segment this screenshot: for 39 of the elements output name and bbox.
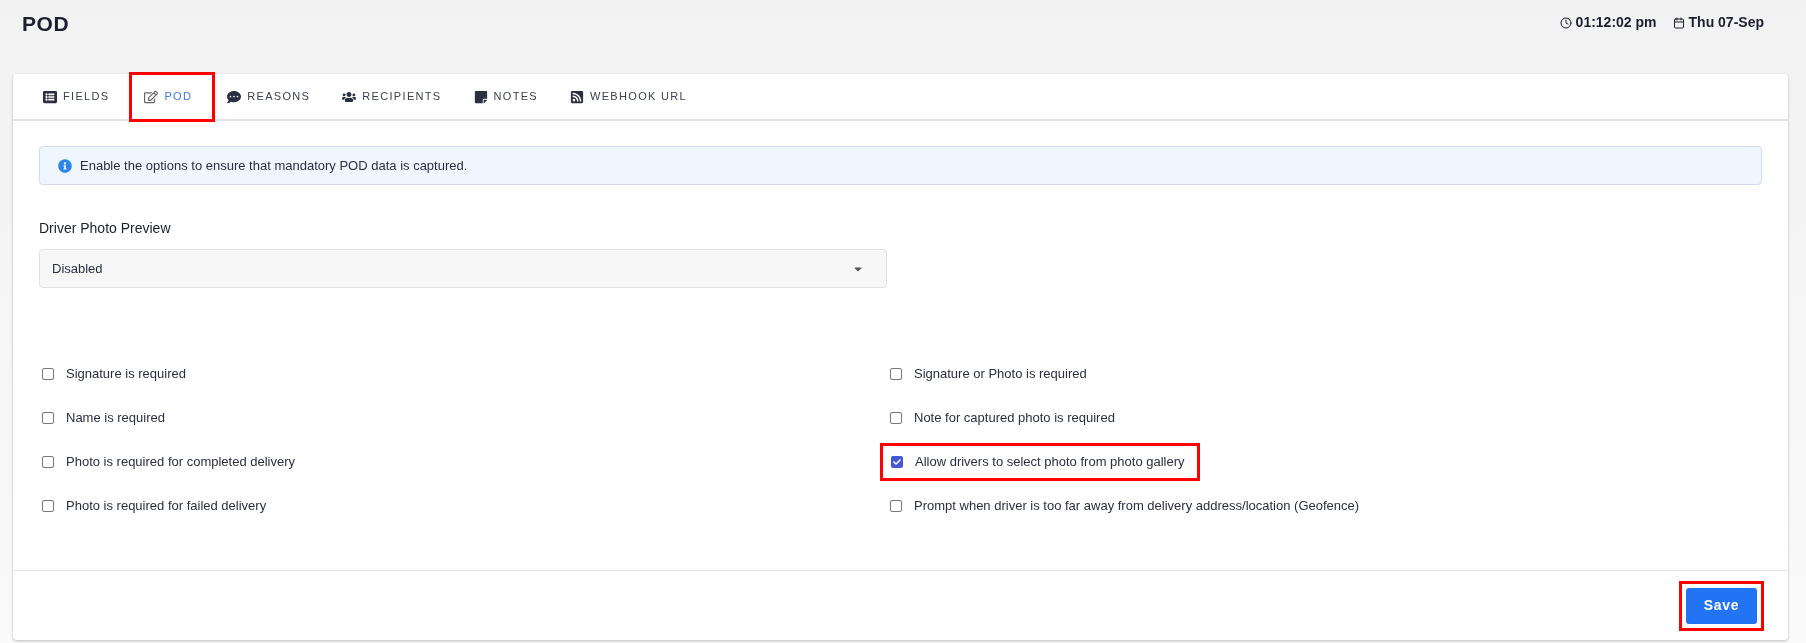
tab[interactable]: RECIPIENTS xyxy=(330,74,454,119)
option-label: Note for captured photo is required xyxy=(914,409,1115,428)
info-text: Enable the options to ensure that mandatory POD data is captured. xyxy=(80,156,468,175)
checkbox[interactable] xyxy=(890,368,902,380)
people-icon xyxy=(342,89,357,104)
checkbox[interactable] xyxy=(42,500,54,512)
tab[interactable]: WEBHOOK URL xyxy=(558,74,700,119)
rss-icon xyxy=(570,89,584,104)
tab[interactable]: FIELDS xyxy=(31,74,122,119)
calendar-icon xyxy=(1672,16,1685,29)
option-label: Prompt when driver is too far away from delivery address/location (Geofence) xyxy=(914,497,1360,516)
checkbox[interactable] xyxy=(891,456,903,468)
chat-bubble-icon xyxy=(227,89,242,104)
tab[interactable]: POD xyxy=(132,74,205,119)
option-label: Photo is required for failed delivery xyxy=(66,497,267,516)
page-title: POD xyxy=(22,11,70,37)
select-field[interactable]: Disabled xyxy=(39,249,887,288)
check-icon xyxy=(893,458,901,466)
option-label: Signature or Photo is required xyxy=(914,365,1087,384)
checkbox[interactable] xyxy=(42,368,54,380)
option-label: Signature is required xyxy=(66,365,186,384)
note-icon xyxy=(473,89,488,104)
clock-icon xyxy=(1559,16,1572,29)
checkbox[interactable] xyxy=(890,500,902,512)
current-time: 01:12:02 pm xyxy=(1575,13,1657,32)
option-label: Name is required xyxy=(66,409,165,428)
field-label: Driver Photo Preview xyxy=(39,219,172,238)
current-date: Thu 07-Sep xyxy=(1688,13,1764,32)
list-icon xyxy=(43,89,57,104)
checkbox[interactable] xyxy=(890,412,902,424)
tab[interactable]: REASONS xyxy=(215,74,323,119)
checkbox[interactable] xyxy=(42,412,54,424)
tab[interactable]: NOTES xyxy=(461,74,550,119)
checkbox[interactable] xyxy=(42,456,54,468)
edit-icon xyxy=(144,89,159,104)
save-button[interactable]: Save xyxy=(1686,587,1757,624)
info-icon xyxy=(58,158,72,173)
option-label: Photo is required for completed delivery xyxy=(66,453,296,472)
option-label: Allow drivers to select photo from photo gallery xyxy=(915,453,1185,472)
